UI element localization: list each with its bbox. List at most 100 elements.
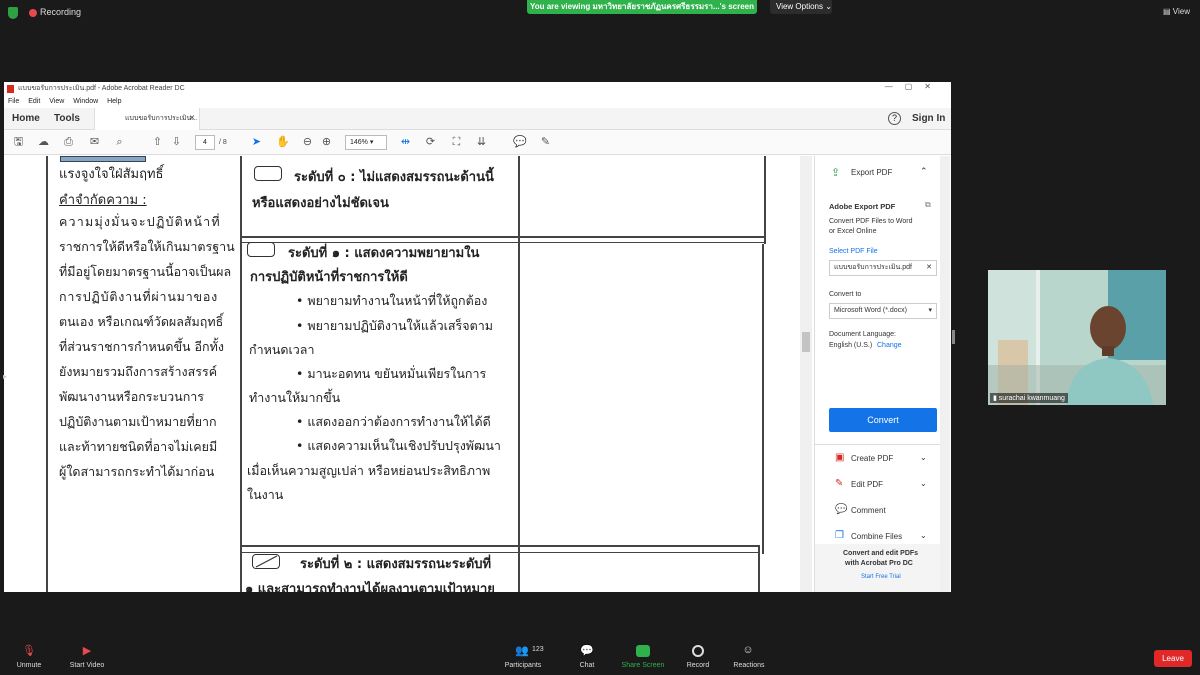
- format-select[interactable]: Microsoft Word (*.docx) ▾: [829, 303, 937, 319]
- divider: [815, 444, 942, 445]
- participants-icon[interactable]: 👥: [514, 644, 530, 657]
- rotate-icon[interactable]: ⟳: [424, 136, 437, 149]
- pdf-page[interactable]: แรงจูงใจใฝ่สัมฤทธิ์ คำจำกัดความ : ความมุ…: [4, 156, 812, 592]
- document-scroll-thumb[interactable]: [802, 332, 810, 352]
- copy-icon[interactable]: ⧉: [925, 200, 931, 210]
- menu-help[interactable]: Help: [107, 98, 121, 105]
- chevron-down-icon[interactable]: ⌄: [920, 453, 927, 462]
- upload-cloud-icon[interactable]: ☁: [37, 136, 50, 149]
- page-down-icon[interactable]: ⇩: [170, 136, 183, 149]
- hand-tool-icon[interactable]: ✋: [276, 136, 290, 149]
- free-trial-link[interactable]: Start Free Trial: [861, 574, 901, 580]
- definition-line: การปฏิบัติงานที่ผ่านมาของ: [59, 289, 219, 304]
- level-1-bullet-cont: ทำงานให้มากขึ้น: [249, 390, 341, 405]
- full-screen-icon[interactable]: ⛶: [450, 136, 463, 149]
- export-desc-2: or Excel Online: [829, 228, 877, 235]
- menu-view[interactable]: View: [49, 98, 64, 105]
- view-options-label: View Options: [776, 2, 823, 11]
- reactions-icon[interactable]: ☺: [741, 644, 755, 656]
- participant-name: surachai kwanmuang: [998, 395, 1065, 402]
- zoom-in-icon[interactable]: ⊕: [320, 136, 333, 149]
- export-pdf-title[interactable]: Export PDF: [851, 168, 892, 177]
- sign-in-button[interactable]: Sign In: [912, 108, 945, 130]
- menu-edit[interactable]: Edit: [28, 98, 40, 105]
- share-screen-icon[interactable]: [636, 645, 650, 657]
- level-1-heading: ระดับที่ ๑ : แสดงความพยายามใน: [288, 246, 480, 261]
- comment-icon[interactable]: 💬: [513, 136, 527, 149]
- view-options-button[interactable]: View Options ⌄: [770, 0, 832, 14]
- panel-scrollbar[interactable]: [940, 156, 950, 592]
- selected-file-field[interactable]: แบบขอรับการประเมิน.pdf ✕: [829, 260, 937, 276]
- search-icon[interactable]: ⌕: [113, 136, 126, 149]
- email-icon[interactable]: ✉: [88, 136, 101, 149]
- participants-button[interactable]: Participants: [500, 662, 546, 669]
- save-icon[interactable]: 🖫: [12, 136, 25, 149]
- competency-title: แรงจูงใจใฝ่สัมฤทธิ์: [59, 167, 164, 182]
- left-collapse-arrow-icon[interactable]: ▸: [3, 372, 7, 381]
- menu-file[interactable]: File: [8, 98, 19, 105]
- print-icon[interactable]: ⎙: [62, 136, 75, 149]
- table-border: [46, 156, 48, 592]
- header-highlight: [60, 156, 146, 162]
- tab-tools[interactable]: Tools: [54, 108, 80, 130]
- level-1-bullet: • แสดงออกว่าต้องการทำงานให้ได้ดี: [296, 414, 491, 429]
- video-off-icon[interactable]: ▶: [80, 644, 94, 657]
- change-language-link[interactable]: Change: [877, 342, 902, 349]
- comment-tool[interactable]: Comment: [851, 506, 886, 515]
- zoom-level-select[interactable]: 146% ▾: [345, 135, 387, 150]
- chevron-down-icon: ▾: [928, 307, 932, 314]
- share-screen-button[interactable]: Share Screen: [618, 662, 668, 669]
- participants-count: 123: [532, 646, 544, 653]
- page-up-icon[interactable]: ⇧: [151, 136, 164, 149]
- mic-muted-icon[interactable]: 🎙: [22, 644, 36, 657]
- chevron-down-icon[interactable]: ⌄: [920, 479, 927, 488]
- scroll-mode-icon[interactable]: ⇊: [475, 136, 488, 149]
- chevron-down-icon[interactable]: ⌄: [920, 531, 927, 540]
- collapse-icon[interactable]: ⌃: [920, 166, 928, 177]
- start-video-button[interactable]: Start Video: [64, 662, 110, 669]
- level-0-heading: ระดับที่ ๐ : ไม่แสดงสมรรถนะด้านนี้: [294, 170, 494, 185]
- combine-files-tool[interactable]: Combine Files: [851, 532, 902, 541]
- page-number-input[interactable]: 4: [195, 135, 215, 150]
- select-cursor-icon[interactable]: ➤: [250, 136, 263, 149]
- participant-video[interactable]: ▮ surachai kwanmuang: [988, 270, 1166, 405]
- level-2-heading-cont: ๑ และสามารถทำงานได้ผลงานตามเป้าหมาย: [245, 582, 495, 592]
- highlight-pen-icon[interactable]: ✎: [539, 136, 552, 149]
- zoom-out-icon[interactable]: ⊖: [301, 136, 314, 149]
- zoom-level-value: 146%: [350, 139, 368, 146]
- convert-button[interactable]: Convert: [829, 408, 937, 432]
- level-2-heading: ระดับที่ ๒ : แสดงสมรรถนะระดับที่: [300, 557, 492, 572]
- record-icon[interactable]: [692, 645, 704, 657]
- window-title: แบบขอรับการประเมิน.pdf - Adobe Acrobat R…: [18, 85, 185, 92]
- tab-home[interactable]: Home: [12, 108, 40, 130]
- create-pdf-tool[interactable]: Create PDF: [851, 454, 893, 463]
- close-tab-icon[interactable]: ✕: [189, 108, 195, 130]
- export-heading: Adobe Export PDF: [829, 202, 896, 211]
- unmute-button[interactable]: Unmute: [10, 662, 48, 669]
- reactions-button[interactable]: Reactions: [728, 662, 770, 669]
- splitter-handle[interactable]: [952, 330, 955, 344]
- select-file-link[interactable]: Select PDF File: [829, 248, 878, 255]
- record-button[interactable]: Record: [682, 662, 714, 669]
- doc-language-label: Document Language:: [829, 331, 896, 338]
- fit-width-icon[interactable]: ⇹: [399, 136, 412, 149]
- document-scrollbar[interactable]: [800, 156, 812, 592]
- level-1-bullet: • พยายามทำงานในหน้าที่ให้ถูกต้อง: [296, 293, 488, 308]
- tab-document[interactable]: แบบขอรับการประเมิน... ✕: [94, 108, 200, 130]
- tab-bar: Home Tools แบบขอรับการประเมิน... ✕ ? Sig…: [4, 108, 951, 130]
- page-total: / 8: [219, 139, 227, 146]
- window-controls[interactable]: —▢✕: [885, 82, 943, 91]
- create-pdf-icon: ▣: [835, 452, 845, 463]
- export-desc-1: Convert PDF Files to Word: [829, 218, 913, 225]
- view-button[interactable]: ▤ View: [1163, 7, 1190, 16]
- help-icon[interactable]: ?: [888, 112, 901, 125]
- menu-window[interactable]: Window: [73, 98, 98, 105]
- clear-file-icon[interactable]: ✕: [926, 261, 932, 275]
- definition-line: ความมุ่งมั่นจะปฏิบัติหน้าที่: [59, 214, 221, 229]
- chat-icon[interactable]: 💬: [580, 644, 594, 657]
- selected-file-name: แบบขอรับการประเมิน.pdf: [834, 264, 912, 271]
- chat-button[interactable]: Chat: [570, 662, 604, 669]
- security-shield-icon[interactable]: [8, 7, 18, 19]
- leave-button[interactable]: Leave: [1154, 650, 1192, 667]
- edit-pdf-tool[interactable]: Edit PDF: [851, 480, 883, 489]
